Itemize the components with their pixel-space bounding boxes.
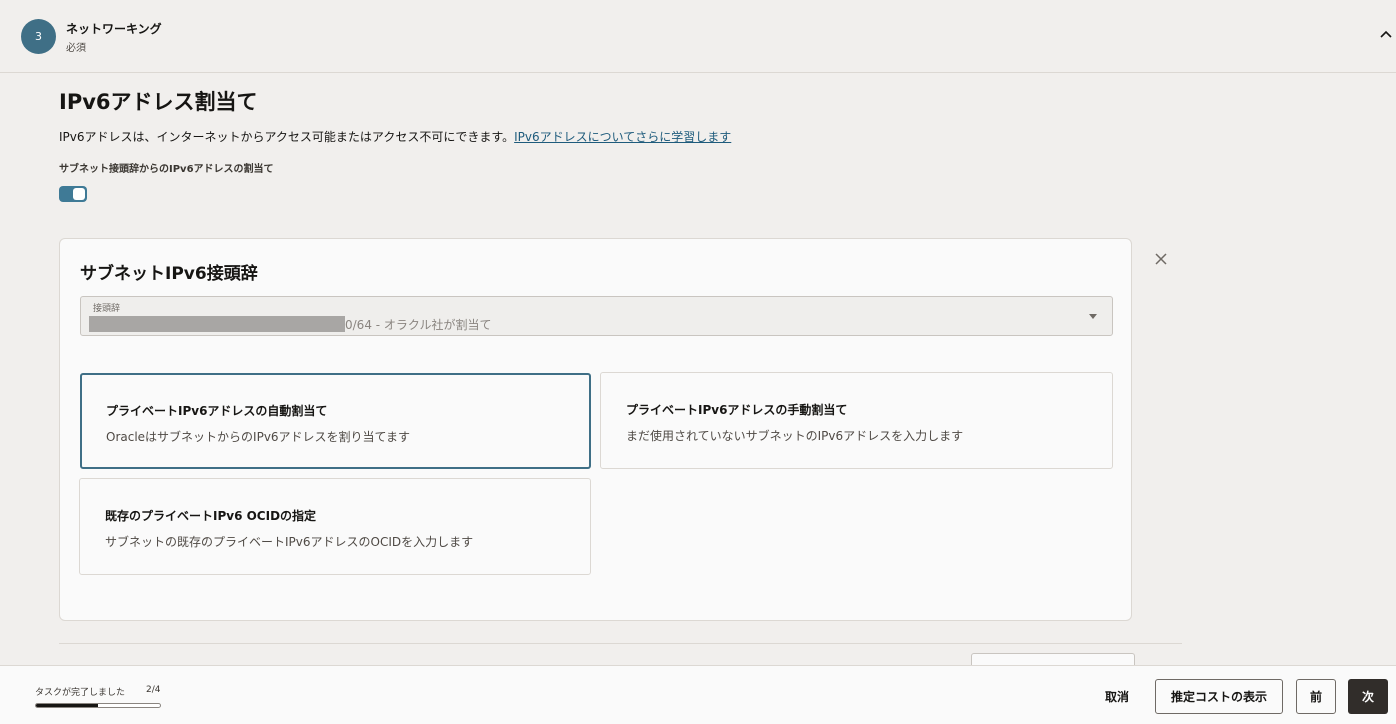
- section-description-text: IPv6アドレスは、インターネットからアクセス可能またはアクセス不可にできます。: [59, 130, 515, 144]
- previous-button[interactable]: 前: [1296, 679, 1336, 714]
- task-progress-label: タスクが完了しました: [35, 688, 126, 698]
- section-divider: [59, 643, 1182, 644]
- cancel-button[interactable]: 取消: [1091, 679, 1143, 714]
- step-title: ネットワーキング: [66, 22, 162, 36]
- subnet-ipv6-prefix-card: サブネットIPv6接頭辞 接頭辞 0/64 - オラクル社が割当て プライベート…: [59, 238, 1132, 621]
- task-progress-fill: [36, 704, 98, 707]
- option-manual-assign[interactable]: プライベートIPv6アドレスの手動割当て まだ使用されていないサブネットのIPv…: [600, 372, 1113, 469]
- task-progress-bar: [35, 703, 161, 708]
- assign-ipv6-toggle[interactable]: [59, 186, 87, 202]
- step-required-label: 必須: [66, 43, 86, 54]
- close-icon[interactable]: [1152, 250, 1170, 268]
- prefix-select-value: 0/64 - オラクル社が割当て: [345, 318, 492, 332]
- option-description: OracleはサブネットからのIPv6アドレスを割り当てます: [106, 430, 410, 444]
- option-description: まだ使用されていないサブネットのIPv6アドレスを入力します: [626, 429, 964, 443]
- wizard-footer: タスクが完了しました 2/4 取消 推定コストの表示 前 次: [0, 665, 1396, 724]
- chevron-up-icon[interactable]: [1378, 26, 1394, 42]
- option-title: プライベートIPv6アドレスの自動割当て: [106, 404, 328, 418]
- option-auto-assign[interactable]: プライベートIPv6アドレスの自動割当て OracleはサブネットからのIPv6…: [80, 373, 591, 469]
- estimate-cost-button[interactable]: 推定コストの表示: [1155, 679, 1283, 714]
- toggle-label: サブネット接頭辞からのIPv6アドレスの割当て: [59, 164, 274, 175]
- prefix-select-label: 接頭辞: [93, 304, 121, 314]
- task-progress-count: 2/4: [146, 685, 161, 695]
- step-number-badge: 3: [21, 19, 56, 54]
- prefix-select[interactable]: 接頭辞 0/64 - オラクル社が割当て: [80, 296, 1113, 336]
- caret-down-icon: [1089, 314, 1097, 319]
- option-description: サブネットの既存のプライベートIPv6アドレスのOCIDを入力します: [105, 535, 474, 549]
- step-header[interactable]: 3 ネットワーキング 必須: [0, 0, 1396, 73]
- option-title: プライベートIPv6アドレスの手動割当て: [626, 403, 848, 417]
- section-title: IPv6アドレス割当て: [59, 90, 258, 114]
- option-existing-ocid[interactable]: 既存のプライベートIPv6 OCIDの指定 サブネットの既存のプライベートIPv…: [79, 478, 591, 575]
- learn-more-link[interactable]: IPv6アドレスについてさらに学習します: [514, 130, 731, 144]
- option-title: 既存のプライベートIPv6 OCIDの指定: [105, 509, 317, 523]
- redacted-prefix: [89, 316, 345, 332]
- section-description: IPv6アドレスは、インターネットからアクセス可能またはアクセス不可にできます。…: [59, 128, 731, 145]
- card-title: サブネットIPv6接頭辞: [80, 264, 258, 284]
- next-button[interactable]: 次: [1348, 679, 1388, 714]
- toggle-knob: [73, 188, 85, 200]
